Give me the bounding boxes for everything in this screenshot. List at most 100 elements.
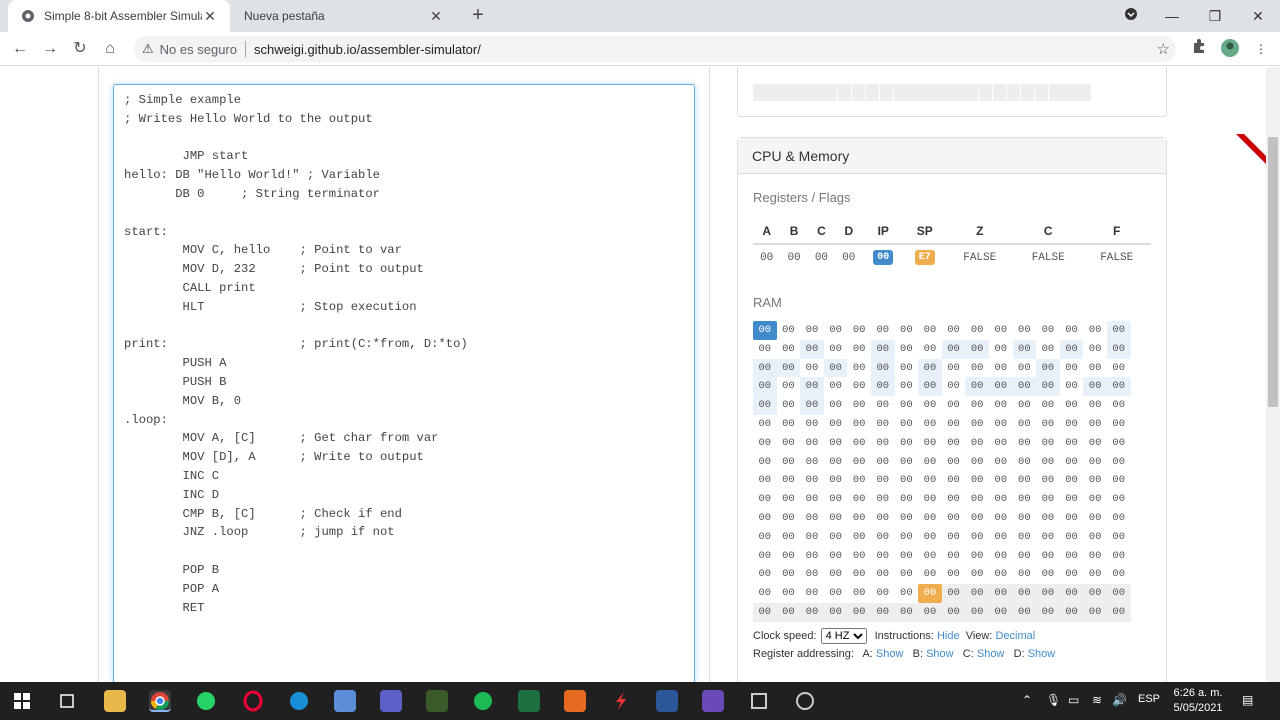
tab-close-icon[interactable]: ✕	[428, 8, 444, 25]
addr-a-show-link[interactable]: Show	[876, 648, 904, 660]
windows-start-icon[interactable]	[11, 690, 33, 712]
code-line[interactable]: HLT ; Stop execution	[124, 298, 684, 317]
code-line[interactable]: CMP B, [C] ; Check if end	[124, 505, 684, 524]
code-line[interactable]: RET	[124, 599, 684, 618]
back-arrow-icon[interactable]: ←	[9, 38, 31, 60]
github-ribbon[interactable]	[1236, 134, 1266, 164]
code-line[interactable]: JMP start	[124, 147, 684, 166]
code-line[interactable]: MOV A, [C] ; Get char from var	[124, 429, 684, 448]
code-line[interactable]	[124, 204, 684, 223]
minimize-icon[interactable]: —	[1158, 4, 1186, 28]
code-line[interactable]: PUSH B	[124, 373, 684, 392]
ram-cell: 00	[1065, 511, 1078, 524]
tab-title: Simple 8-bit Assembler Simulator	[44, 9, 202, 23]
app-circle-icon[interactable]	[794, 690, 816, 712]
code-line[interactable]: CALL print	[124, 279, 684, 298]
ram-cell: 00	[829, 399, 842, 412]
app-purple-icon[interactable]	[702, 690, 724, 712]
microphone-icon[interactable]: 🎙	[1046, 693, 1061, 707]
output-cell	[837, 84, 852, 101]
tray-chevron-icon[interactable]: ⌃	[1022, 693, 1032, 707]
battery-icon[interactable]: ▭	[1068, 693, 1079, 707]
task-view-icon[interactable]	[57, 690, 79, 712]
virtualbox-icon[interactable]	[748, 690, 770, 712]
extensions-puzzle-icon[interactable]	[1188, 38, 1210, 60]
view-decimal-link[interactable]: Decimal	[995, 630, 1035, 642]
menu-kebab-icon[interactable]: ⋮	[1250, 38, 1272, 60]
addr-d-show-link[interactable]: Show	[1028, 648, 1056, 660]
opera-icon[interactable]	[242, 690, 264, 712]
wifi-icon[interactable]: ≋	[1092, 693, 1102, 707]
taskbar-clock[interactable]: 6:26 a. m. 5/05/2021	[1168, 686, 1228, 716]
address-bar[interactable]: ⚠ No es seguro schweigi.github.io/assemb…	[134, 36, 1176, 62]
code-line[interactable]	[124, 542, 684, 561]
code-line[interactable]: MOV D, 232 ; Point to output	[124, 260, 684, 279]
code-line[interactable]: INC C	[124, 467, 684, 486]
volume-icon[interactable]: 🔊	[1112, 693, 1127, 707]
ram-cell: 00	[923, 417, 937, 430]
restore-icon[interactable]: ❐	[1201, 4, 1229, 28]
ram-cell: 00	[852, 493, 866, 506]
output-cell	[893, 84, 908, 101]
whatsapp-icon[interactable]	[195, 690, 217, 712]
app-cube-icon[interactable]	[334, 690, 356, 712]
code-line[interactable]: MOV [D], A ; Write to output	[124, 448, 684, 467]
teams-icon[interactable]	[380, 690, 402, 712]
profile-avatar-icon[interactable]	[1219, 38, 1241, 60]
app-red-icon[interactable]	[610, 690, 632, 712]
code-line[interactable]: JNZ .loop ; jump if not	[124, 523, 684, 542]
scrollbar-thumb[interactable]	[1268, 137, 1278, 407]
instructions-hide-link[interactable]: Hide	[937, 630, 960, 642]
addr-b-show-link[interactable]: Show	[926, 648, 954, 660]
reload-icon[interactable]: ↻	[69, 38, 91, 60]
ram-cell: 00	[1018, 417, 1031, 430]
chrome-icon[interactable]	[149, 690, 171, 712]
word-icon[interactable]	[656, 690, 678, 712]
code-line[interactable]: PUSH A	[124, 354, 684, 373]
code-line[interactable]	[124, 317, 684, 336]
ram-cell: 00	[918, 377, 942, 397]
security-label[interactable]: No es seguro	[160, 42, 237, 57]
notifications-icon[interactable]: ▤	[1242, 693, 1253, 707]
code-line[interactable]: POP A	[124, 580, 684, 599]
code-line[interactable]: hello: DB "Hello World!" ; Variable	[124, 166, 684, 185]
excel-icon[interactable]	[518, 690, 540, 712]
code-line[interactable]: INC D	[124, 486, 684, 505]
warning-triangle-icon[interactable]: ⚠	[142, 41, 154, 57]
code-line[interactable]: MOV C, hello ; Point to var	[124, 241, 684, 260]
close-window-icon[interactable]: ✕	[1244, 4, 1272, 28]
code-line[interactable]: print: ; print(C:*from, D:*to)	[124, 335, 684, 354]
tab-search-icon[interactable]	[1117, 4, 1145, 28]
file-explorer-icon[interactable]	[104, 690, 126, 712]
tab-new-tab[interactable]: Nueva pestaña ✕	[232, 0, 456, 32]
bookmark-star-icon[interactable]: ☆	[1157, 40, 1170, 58]
ram-cell: 00	[758, 530, 772, 543]
edge-icon[interactable]	[288, 690, 310, 712]
forward-arrow-icon[interactable]: →	[39, 38, 61, 60]
ram-cell: 00	[947, 493, 960, 506]
new-tab-plus-icon[interactable]: +	[468, 5, 488, 25]
code-line[interactable]: DB 0 ; String terminator	[124, 185, 684, 204]
code-line[interactable]: ; Simple example	[124, 91, 684, 110]
spotify-icon[interactable]	[472, 690, 494, 712]
code-line[interactable]: ; Writes Hello World to the output	[124, 110, 684, 129]
tab-assembler-simulator[interactable]: Simple 8-bit Assembler Simulator ✕	[8, 0, 230, 32]
code-line[interactable]: MOV B, 0	[124, 392, 684, 411]
app-orange-icon[interactable]	[564, 690, 586, 712]
code-line[interactable]: start:	[124, 223, 684, 242]
code-line[interactable]	[124, 129, 684, 148]
code-line[interactable]: .loop:	[124, 411, 684, 430]
ram-cell: 00	[829, 436, 842, 449]
clock-speed-select[interactable]: 4 HZ	[820, 628, 867, 644]
ram-cell: 00	[1065, 324, 1078, 336]
ram-cell: 00	[1018, 455, 1031, 468]
ram-cell: 00	[870, 339, 895, 359]
home-icon[interactable]: ⌂	[99, 38, 121, 60]
code-editor-textarea[interactable]: ; Simple example; Writes Hello World to …	[113, 84, 695, 682]
language-indicator[interactable]: ESP	[1138, 693, 1160, 705]
addr-c-show-link[interactable]: Show	[977, 648, 1005, 660]
url-text[interactable]: schweigi.github.io/assembler-simulator/	[254, 42, 481, 57]
code-line[interactable]: POP B	[124, 561, 684, 580]
app-green-icon[interactable]	[426, 690, 448, 712]
tab-close-icon[interactable]: ✕	[202, 8, 218, 25]
